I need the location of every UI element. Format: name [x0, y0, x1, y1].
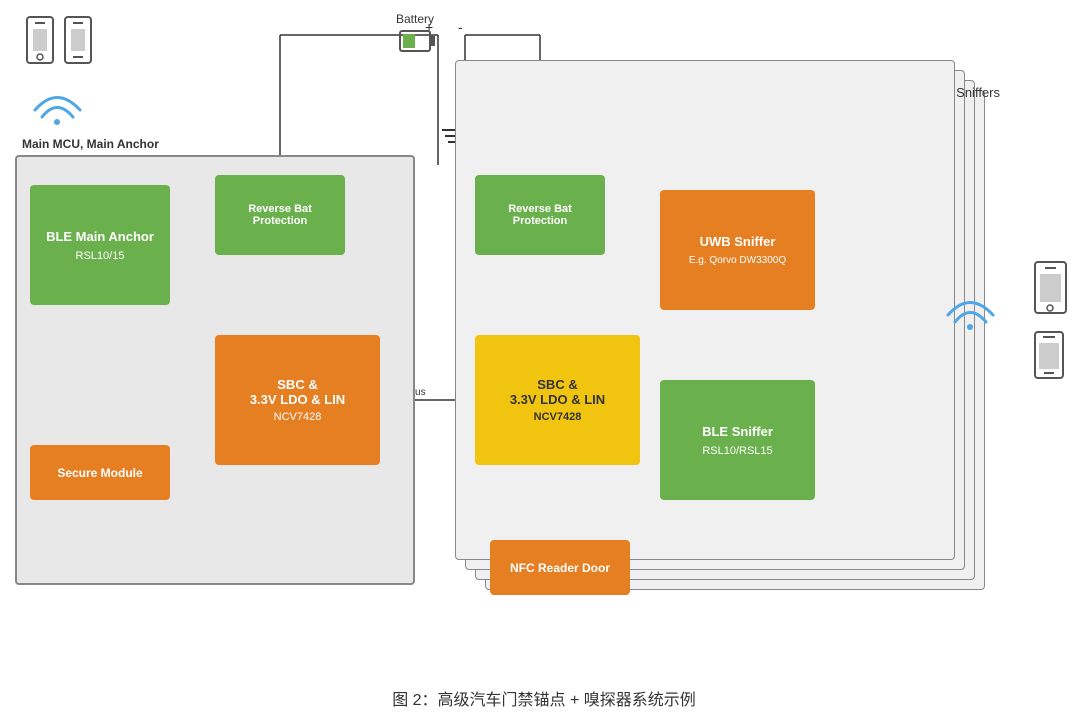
phone-icon-right-2: [1033, 330, 1065, 380]
rev-bat-right-block: Reverse BatProtection: [475, 175, 605, 255]
wifi-icon-right: [943, 285, 998, 335]
ble-sniffer-title: BLE Sniffer: [702, 424, 773, 439]
battery-label: Battery: [395, 12, 435, 26]
secure-module-block: Secure Module: [30, 445, 170, 500]
sbc-right-block: SBC &3.3V LDO & LIN NCV7428: [475, 335, 640, 465]
phone-icon-right-1: [1033, 260, 1068, 315]
phone-icon-2: [63, 15, 93, 65]
battery-area: Battery: [395, 10, 435, 61]
sbc-left-title: SBC &3.3V LDO & LIN: [250, 377, 345, 407]
nfc-reader-title: NFC Reader Door: [510, 561, 610, 575]
uwb-sniffer-title: UWB Sniffer: [700, 234, 776, 249]
ble-main-anchor-sub: RSL10/15: [76, 250, 125, 262]
ble-main-anchor-block: BLE Main Anchor RSL10/15: [30, 185, 170, 305]
main-mcu-label: Main MCU, Main Anchor: [22, 137, 159, 151]
wifi-icon-left: [30, 80, 85, 130]
nfc-reader-block: NFC Reader Door: [490, 540, 630, 595]
secure-module-title: Secure Module: [57, 466, 142, 480]
sbc-left-sub: NCV7428: [274, 411, 322, 423]
uwb-sniffer-block: UWB Sniffer E.g. Qorvo DW3300Q: [660, 190, 815, 310]
sbc-left-block: SBC &3.3V LDO & LIN NCV7428: [215, 335, 380, 465]
ble-main-anchor-title: BLE Main Anchor: [46, 229, 154, 244]
svg-text:-: -: [458, 19, 463, 35]
ble-sniffer-block: BLE Sniffer RSL10/RSL15: [660, 380, 815, 500]
diagram-caption: 图 2：高级汽车门禁锚点 + 嗅探器系统示例: [0, 686, 1088, 710]
uwb-sniffer-sub: E.g. Qorvo DW3300Q: [689, 255, 786, 266]
rev-bat-left-block: Reverse BatProtection: [215, 175, 345, 255]
ble-sniffer-sub: RSL10/RSL15: [702, 445, 772, 457]
phone-icons-right: [1033, 260, 1068, 380]
sbc-right-title: SBC &3.3V LDO & LIN: [510, 377, 605, 407]
phone-icon-1: [25, 15, 55, 65]
rev-bat-left-title: Reverse BatProtection: [248, 203, 312, 227]
sniffers-label: Sniffers: [956, 85, 1000, 100]
phone-icons-left: [25, 15, 93, 65]
sbc-right-sub: NCV7428: [534, 411, 582, 423]
rev-bat-right-title: Reverse BatProtection: [508, 203, 572, 227]
